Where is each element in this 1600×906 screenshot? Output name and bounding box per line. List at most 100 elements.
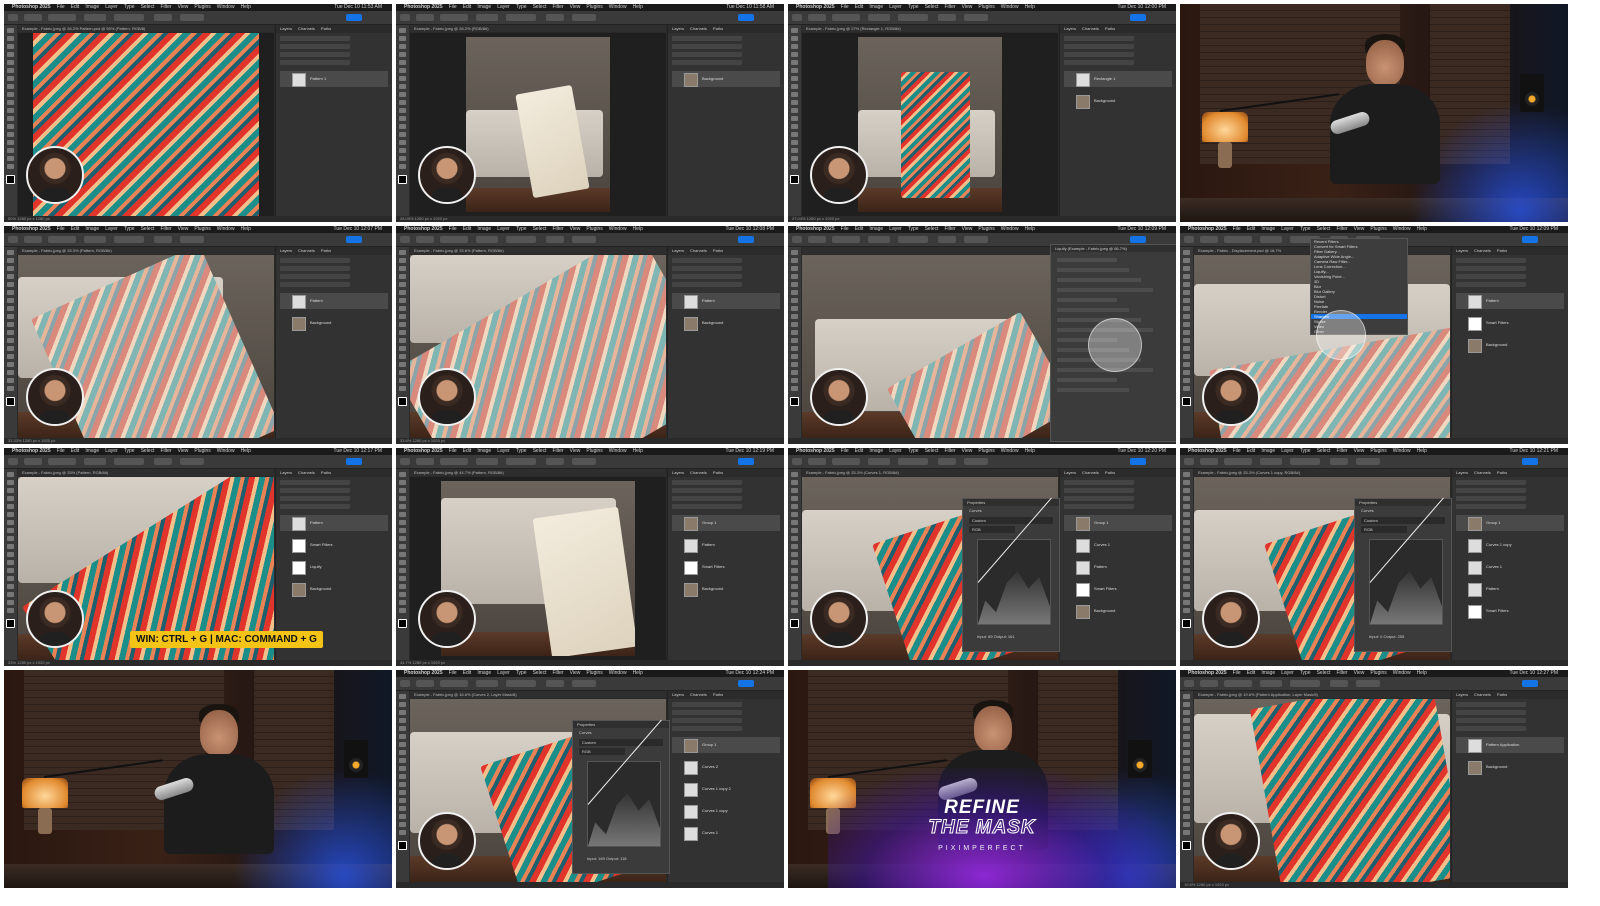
tool-icon[interactable] (791, 370, 798, 375)
tool-icon[interactable] (7, 528, 14, 533)
option-control[interactable] (506, 458, 536, 465)
tool-icon[interactable] (7, 314, 14, 319)
tool-icon[interactable] (399, 68, 406, 73)
share-button[interactable] (1522, 236, 1538, 243)
dialog-control[interactable] (1057, 298, 1117, 302)
document-tabs[interactable]: Example - Fabric.jpeg @ 27% (Rectangle 1… (802, 25, 1058, 32)
menu-layer[interactable]: Layer (889, 226, 902, 232)
option-control[interactable] (1356, 458, 1380, 465)
layer-row[interactable]: Smart Filters (1064, 581, 1172, 597)
color-swatch-icon[interactable] (1182, 619, 1191, 628)
tool-icon[interactable] (7, 108, 14, 113)
tool-icon[interactable] (791, 132, 798, 137)
tool-icon[interactable] (1183, 806, 1190, 811)
tool-icon[interactable] (1183, 488, 1190, 493)
tool-icon[interactable] (1183, 378, 1190, 383)
option-control[interactable] (180, 458, 204, 465)
tool-icon[interactable] (7, 140, 14, 145)
menu-layer[interactable]: Layer (889, 448, 902, 454)
tab-channels[interactable]: Channels (1082, 26, 1099, 31)
menu-select[interactable]: Select (141, 226, 155, 232)
tool-icon[interactable] (791, 330, 798, 335)
tab-layers[interactable]: Layers (672, 248, 684, 253)
app-menu[interactable]: Photoshop 2025 (1188, 226, 1227, 232)
layer-row[interactable]: Group 1 (1064, 515, 1172, 531)
tool-icon[interactable] (7, 346, 14, 351)
tab-paths[interactable]: Paths (713, 26, 723, 31)
menu-view[interactable]: View (1354, 448, 1365, 454)
menu-window[interactable]: Window (609, 448, 627, 454)
layer-row[interactable]: Background (672, 581, 780, 597)
option-control[interactable] (1224, 680, 1252, 687)
tool-icon[interactable] (399, 274, 406, 279)
layer-row[interactable]: Group 1 (672, 737, 780, 753)
color-swatch-icon[interactable] (6, 397, 15, 406)
menu-filter[interactable]: Filter (1336, 670, 1347, 676)
option-control[interactable] (868, 458, 890, 465)
tool-icon[interactable] (7, 512, 14, 517)
tool-icon[interactable] (791, 68, 798, 73)
option-control[interactable] (572, 236, 596, 243)
menu-edit[interactable]: Edit (463, 226, 472, 232)
tab-channels[interactable]: Channels (298, 470, 315, 475)
option-control[interactable] (1200, 680, 1218, 687)
menu-select[interactable]: Select (925, 448, 939, 454)
tool-icon[interactable] (399, 60, 406, 65)
tool-icon[interactable] (7, 362, 14, 367)
dialog-control[interactable] (1057, 388, 1129, 392)
option-control[interactable] (868, 14, 890, 21)
option-control[interactable] (400, 680, 410, 687)
option-control[interactable] (1224, 458, 1252, 465)
layer-row[interactable]: Pattern (672, 293, 780, 309)
menu-filter[interactable]: Filter (1336, 226, 1347, 232)
layer-row[interactable]: Pattern (1064, 559, 1172, 575)
menu-plugins[interactable]: Plugins (586, 4, 602, 10)
tab-paths[interactable]: Paths (713, 248, 723, 253)
tool-icon[interactable] (399, 330, 406, 335)
tab-paths[interactable]: Paths (1497, 692, 1507, 697)
app-menu[interactable]: Photoshop 2025 (404, 4, 443, 10)
option-control[interactable] (1356, 680, 1380, 687)
tool-icon[interactable] (399, 568, 406, 573)
option-control[interactable] (792, 458, 802, 465)
dialog-control[interactable] (1057, 378, 1117, 382)
tab-layers[interactable]: Layers (672, 692, 684, 697)
tool-icon[interactable] (791, 608, 798, 613)
tool-icon[interactable] (399, 710, 406, 715)
tool-icon[interactable] (7, 290, 14, 295)
tool-icon[interactable] (399, 338, 406, 343)
tool-icon[interactable] (399, 726, 406, 731)
menu-help[interactable]: Help (633, 670, 643, 676)
menu-edit[interactable]: Edit (463, 670, 472, 676)
tool-icon[interactable] (7, 560, 14, 565)
layer-row[interactable]: Pattern (1456, 293, 1564, 309)
menu-filter[interactable]: Filter (160, 4, 171, 10)
tool-icon[interactable] (1183, 584, 1190, 589)
tool-icon[interactable] (1183, 512, 1190, 517)
panel-control[interactable] (280, 488, 350, 493)
tool-icon[interactable] (791, 354, 798, 359)
option-control[interactable] (24, 236, 42, 243)
tool-icon[interactable] (7, 44, 14, 49)
tool-icon[interactable] (791, 140, 798, 145)
panel-control[interactable] (1456, 282, 1526, 287)
menu-file[interactable]: File (1233, 226, 1241, 232)
tool-icon[interactable] (1183, 830, 1190, 835)
tool-icon[interactable] (1183, 592, 1190, 597)
menu-help[interactable]: Help (1025, 448, 1035, 454)
option-control[interactable] (416, 236, 434, 243)
menu-view[interactable]: View (962, 4, 973, 10)
option-control[interactable] (440, 236, 468, 243)
panel-control[interactable] (672, 710, 742, 715)
tool-icon[interactable] (791, 386, 798, 391)
tool-icon[interactable] (7, 266, 14, 271)
menu-select[interactable]: Select (533, 226, 547, 232)
option-control[interactable] (24, 14, 42, 21)
tab-layers[interactable]: Layers (1456, 470, 1468, 475)
tool-icon[interactable] (399, 36, 406, 41)
layer-row[interactable]: Background (672, 71, 780, 87)
tool-icon[interactable] (399, 164, 406, 169)
menu-edit[interactable]: Edit (855, 226, 864, 232)
tool-icon[interactable] (7, 298, 14, 303)
tool-icon[interactable] (7, 370, 14, 375)
